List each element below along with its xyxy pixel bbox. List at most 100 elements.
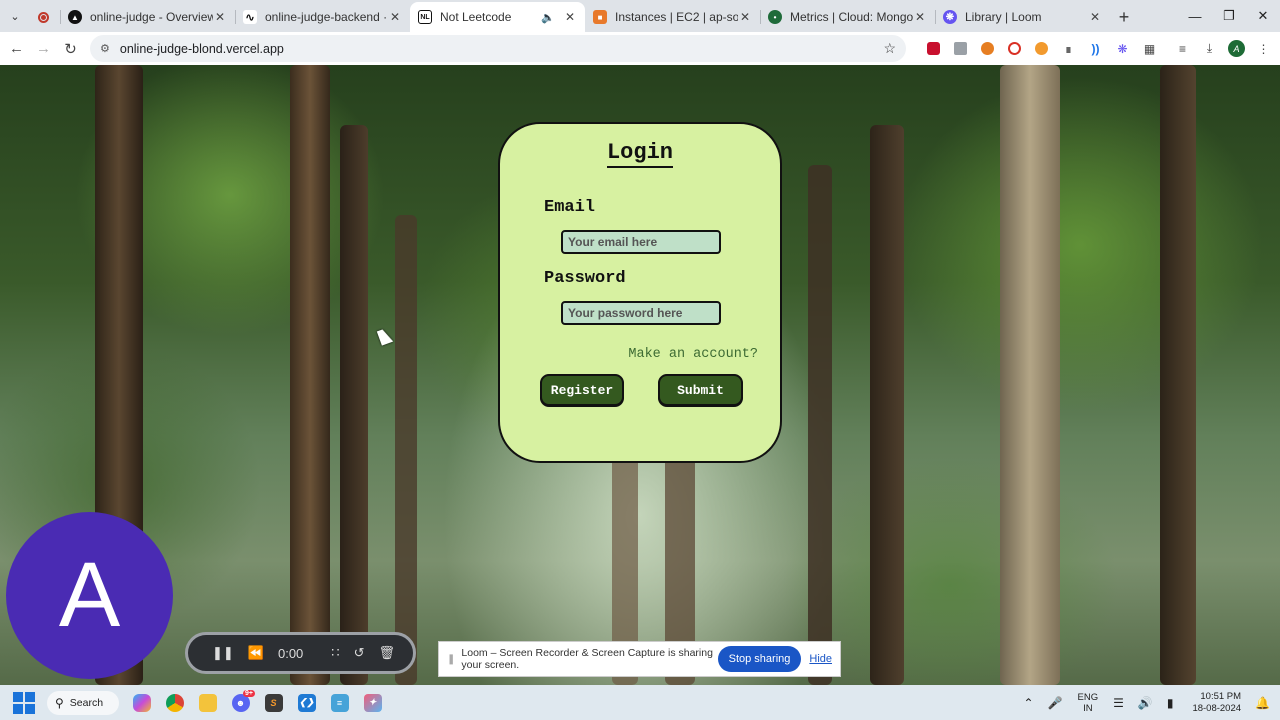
notepad-icon[interactable]: ≡ — [323, 689, 356, 717]
volume-icon[interactable]: 🔊 — [1138, 696, 1153, 710]
site-settings-icon[interactable]: ⚙ — [100, 42, 110, 55]
extension-fox-icon[interactable] — [1028, 42, 1055, 55]
browser-tab-strip: ⌄ ▲ online-judge - Overview – Ver ✕ ∿ on… — [0, 0, 1280, 32]
tab-recording[interactable] — [30, 2, 60, 32]
vercel-icon: ▲ — [68, 10, 82, 24]
email-field[interactable]: Your email here — [561, 230, 721, 254]
url-text[interactable]: online-judge-blond.vercel.app — [120, 42, 884, 56]
close-icon[interactable]: ✕ — [213, 10, 227, 24]
restart-icon[interactable]: ↺ — [354, 645, 365, 661]
extensions-area: ∎ )) ❋ ▦ ≡ ⤓ A ⋮ — [920, 40, 1277, 57]
close-icon[interactable]: ✕ — [1088, 10, 1102, 24]
tab-title: Metrics | Cloud: MongoDB Clo — [790, 10, 913, 24]
discord-badge: 9+ — [243, 689, 255, 697]
clock-time: 10:51 PM — [1200, 690, 1242, 702]
tab-title: online-judge-backend · Web S — [265, 10, 388, 24]
tab-aws-ec2[interactable]: ■ Instances | EC2 | ap-south-1 ✕ — [585, 2, 760, 32]
sublime-text-icon[interactable]: S — [257, 689, 290, 717]
extension-gray-icon[interactable] — [947, 42, 974, 55]
close-icon[interactable]: ✕ — [388, 10, 402, 24]
window-controls: — ❐ ✕ — [1178, 0, 1280, 32]
battery-icon[interactable]: ▮ — [1167, 696, 1174, 710]
tab-render[interactable]: ∿ online-judge-backend · Web S ✕ — [235, 2, 410, 32]
search-label: Search — [69, 696, 104, 709]
mongodb-icon: • — [768, 10, 782, 24]
recording-timer: 0:00 — [277, 645, 304, 661]
notification-bell-icon[interactable]: 🔔 — [1255, 696, 1270, 710]
discord-icon[interactable]: ☻ 9+ — [224, 689, 257, 717]
clock[interactable]: 10:51 PM 18-08-2024 — [1192, 691, 1241, 715]
register-button[interactable]: Register — [540, 374, 624, 406]
taskbar-apps: ☻ 9+ S ❮❯ ≡ ✦ — [125, 689, 389, 717]
tab-mongodb[interactable]: • Metrics | Cloud: MongoDB Clo ✕ — [760, 2, 935, 32]
loom-camera-bubble[interactable]: A — [6, 512, 173, 679]
login-title: Login — [500, 140, 780, 168]
password-field[interactable]: Your password here — [561, 301, 721, 325]
email-label: Email — [544, 198, 596, 217]
language-indicator[interactable]: ENG IN — [1078, 692, 1099, 714]
tab-search-chevron-icon[interactable]: ⌄ — [0, 0, 30, 32]
tab-vercel[interactable]: ▲ online-judge - Overview – Ver ✕ — [60, 2, 235, 32]
taskbar: ⚲ Search ☻ 9+ S ❮❯ ≡ ✦ ⌃ 🎤 ENG IN ☰ 🔊 ▮ 1… — [0, 685, 1280, 720]
extension-orange-icon[interactable] — [974, 42, 1001, 55]
drawing-tool-icon[interactable]: ∷ — [331, 645, 339, 661]
snipping-tool-icon[interactable]: ✦ — [356, 689, 389, 717]
submit-button[interactable]: Submit — [658, 374, 743, 406]
pause-icon[interactable]: ❚❚ — [212, 645, 234, 661]
extension-blue-icon[interactable]: )) — [1082, 42, 1109, 56]
media-control-icon[interactable]: ≡ — [1169, 42, 1196, 56]
profile-avatar[interactable]: A — [1223, 40, 1250, 57]
tab-title: online-judge - Overview – Ver — [90, 10, 213, 24]
tab-title: Library | Loom — [965, 10, 1042, 24]
make-account-link[interactable]: Make an account? — [628, 347, 758, 362]
language-bottom: IN — [1083, 702, 1093, 714]
sharing-message: Loom – Screen Recorder & Screen Capture … — [461, 647, 713, 671]
login-card: Login Email Your email here Password You… — [498, 122, 782, 463]
loom-recording-controls: ❚❚ ⏪ 0:00 ∷ ↺ 🗑 — [185, 632, 416, 674]
new-tab-button[interactable]: + — [1110, 2, 1138, 32]
extension-red-play-icon[interactable] — [1001, 42, 1028, 55]
bookmark-star-icon[interactable]: ☆ — [883, 40, 896, 57]
back-button[interactable]: ← — [3, 40, 30, 57]
tab-title: Not Leetcode — [440, 10, 512, 24]
windows-start-icon[interactable] — [13, 691, 35, 714]
wifi-icon[interactable]: ☰ — [1113, 696, 1124, 710]
search-icon: ⚲ — [55, 695, 64, 710]
drag-handle-icon[interactable]: ❚ — [447, 654, 455, 665]
loom-extension-icon[interactable]: ❋ — [1109, 42, 1136, 56]
rewind-icon[interactable]: ⏪ — [248, 645, 264, 661]
speaker-icon[interactable]: 🔈 — [541, 11, 555, 24]
stop-sharing-button[interactable]: Stop sharing — [717, 646, 802, 672]
vscode-icon[interactable]: ❮❯ — [290, 689, 323, 717]
hide-link[interactable]: Hide — [809, 653, 832, 665]
minimize-button[interactable]: — — [1178, 9, 1212, 24]
close-icon[interactable]: ✕ — [738, 10, 752, 24]
taskbar-search[interactable]: ⚲ Search — [47, 690, 119, 715]
trash-icon[interactable]: 🗑 — [378, 645, 395, 661]
file-explorer-icon[interactable] — [191, 689, 224, 717]
close-icon[interactable]: ✕ — [913, 10, 927, 24]
downloads-icon[interactable]: ⤓ — [1196, 41, 1223, 56]
ublock-icon[interactable] — [920, 42, 947, 55]
screen-sharing-bar: ❚ Loom – Screen Recorder & Screen Captur… — [438, 641, 841, 677]
browser-menu-icon[interactable]: ⋮ — [1250, 42, 1277, 56]
clock-date: 18-08-2024 — [1192, 702, 1242, 714]
extensions-puzzle-icon[interactable]: ▦ — [1136, 42, 1163, 56]
language-top: ENG — [1077, 691, 1099, 703]
copilot-icon[interactable] — [125, 689, 158, 717]
reload-button[interactable]: ↻ — [57, 40, 84, 58]
window-close-button[interactable]: ✕ — [1246, 8, 1280, 24]
close-icon[interactable]: ✕ — [563, 10, 577, 24]
render-icon: ∿ — [243, 10, 257, 24]
maximize-button[interactable]: ❐ — [1212, 8, 1246, 24]
forward-button[interactable]: → — [30, 40, 57, 57]
tray-overflow-chevron-icon[interactable]: ⌃ — [1024, 696, 1034, 710]
browser-toolbar: ← → ↻ ⚙ online-judge-blond.vercel.app ☆ … — [0, 32, 1280, 65]
extension-signal-icon[interactable]: ∎ — [1055, 42, 1082, 56]
tab-not-leetcode[interactable]: NL Not Leetcode 🔈 ✕ — [410, 2, 585, 32]
microphone-icon[interactable]: 🎤 — [1048, 696, 1063, 710]
address-bar[interactable]: ⚙ online-judge-blond.vercel.app ☆ — [90, 35, 906, 62]
tab-loom[interactable]: ❋ Library | Loom ✕ — [935, 2, 1110, 32]
loom-icon: ❋ — [943, 10, 957, 24]
chrome-icon[interactable] — [158, 689, 191, 717]
